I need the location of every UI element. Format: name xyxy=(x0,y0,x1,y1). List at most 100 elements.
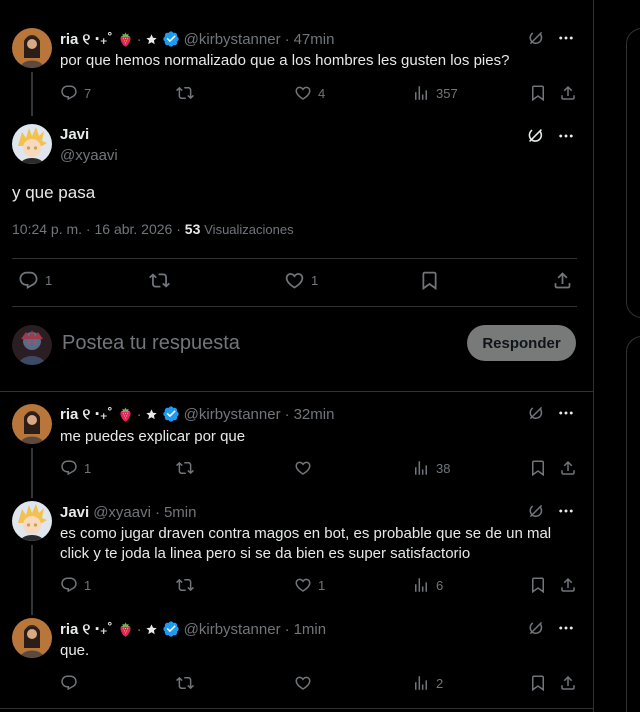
heart-icon xyxy=(294,459,312,477)
repost-button[interactable] xyxy=(176,674,200,692)
reply-icon xyxy=(18,270,39,291)
avatar[interactable] xyxy=(12,404,52,444)
star-icon xyxy=(145,623,158,636)
display-name[interactable]: Javi xyxy=(60,504,89,521)
avatar[interactable] xyxy=(12,618,52,658)
post-header: Javi @xyaavi · 5min xyxy=(60,502,196,522)
like-button[interactable] xyxy=(294,459,318,477)
more-icon[interactable] xyxy=(557,29,575,47)
like-count: 1 xyxy=(311,273,319,288)
separator-dot: · xyxy=(284,30,290,48)
bookmark-button[interactable] xyxy=(529,674,547,692)
share-icon xyxy=(559,459,577,477)
post-time[interactable]: 47min xyxy=(294,31,335,48)
bookmark-button[interactable] xyxy=(529,576,547,594)
strawberry-emoji-icon xyxy=(117,406,134,423)
more-icon[interactable] xyxy=(557,127,575,145)
share-icon xyxy=(552,270,573,291)
reply-button[interactable]: 1 xyxy=(60,459,91,477)
post-timestamp[interactable]: 10:24 p. m. · 16 abr. 2026 · xyxy=(12,221,181,237)
share-button[interactable] xyxy=(559,459,577,477)
repost-button[interactable] xyxy=(176,459,200,477)
focused-display-name[interactable]: Javi xyxy=(60,126,89,143)
display-name[interactable]: ria ୧ ‧₊˚ xyxy=(60,30,113,48)
post-time[interactable]: 32min xyxy=(294,406,335,423)
reply-button[interactable]: 7 xyxy=(60,84,91,102)
share-button[interactable] xyxy=(559,84,577,102)
grok-icon[interactable] xyxy=(527,502,545,520)
more-icon[interactable] xyxy=(557,619,575,637)
repost-icon xyxy=(149,270,170,291)
bookmark-button[interactable] xyxy=(419,270,440,291)
share-button[interactable] xyxy=(559,674,577,692)
focused-avatar[interactable] xyxy=(12,124,52,164)
bookmark-icon xyxy=(419,270,440,291)
thread-line xyxy=(31,545,33,615)
bookmark-icon xyxy=(529,674,547,692)
more-icon[interactable] xyxy=(557,502,575,520)
reply-post[interactable]: ria ୧ ‧₊˚ · @kirbystanner · 32min me pue… xyxy=(0,392,593,498)
views-button[interactable]: 38 xyxy=(412,459,450,477)
views-button[interactable]: 357 xyxy=(412,84,458,102)
reply-button[interactable]: 1 xyxy=(18,270,52,291)
verified-badge-icon xyxy=(162,30,180,48)
handle[interactable]: @kirbystanner xyxy=(184,621,281,638)
more-icon[interactable] xyxy=(557,404,575,422)
bookmark-button[interactable] xyxy=(529,84,547,102)
post-top-icons xyxy=(527,29,575,47)
views-button[interactable]: 6 xyxy=(412,576,443,594)
heart-icon xyxy=(294,576,312,594)
handle[interactable]: @kirbystanner xyxy=(184,406,281,423)
repost-button[interactable] xyxy=(149,270,176,291)
separator-dot: · xyxy=(284,405,290,423)
verified-badge-icon xyxy=(162,620,180,638)
share-button[interactable] xyxy=(559,576,577,594)
display-name[interactable]: ria ୧ ‧₊˚ xyxy=(60,405,113,423)
post-top-icons xyxy=(527,502,575,520)
grok-icon[interactable] xyxy=(527,404,545,422)
views-button[interactable]: 2 xyxy=(412,674,443,692)
views-icon xyxy=(412,459,430,477)
like-count: 4 xyxy=(318,85,326,101)
bookmark-button[interactable] xyxy=(529,459,547,477)
reply-submit-button[interactable]: Responder xyxy=(467,325,576,361)
avatar[interactable] xyxy=(12,28,52,68)
display-name[interactable]: ria ୧ ‧₊˚ xyxy=(60,620,113,638)
reply-post[interactable]: Javi @xyaavi · 5min es como jugar draven… xyxy=(0,492,593,615)
bookmark-icon xyxy=(529,576,547,594)
focused-handle[interactable]: @xyaavi xyxy=(60,147,118,164)
like-button[interactable]: 1 xyxy=(294,576,325,594)
like-button[interactable] xyxy=(294,674,318,692)
repost-button[interactable] xyxy=(176,576,200,594)
like-count: 1 xyxy=(318,577,326,593)
views-icon xyxy=(412,576,430,594)
like-button[interactable]: 1 xyxy=(284,270,318,291)
share-icon xyxy=(559,576,577,594)
post-time[interactable]: 5min xyxy=(164,504,197,521)
repost-icon xyxy=(176,84,194,102)
handle[interactable]: @xyaavi xyxy=(93,504,151,521)
like-button[interactable]: 4 xyxy=(294,84,325,102)
reply-button[interactable]: 1 xyxy=(60,576,91,594)
separator-dot: · xyxy=(136,620,142,638)
avatar[interactable] xyxy=(12,501,52,541)
sidebar-card xyxy=(626,28,640,318)
divider xyxy=(0,708,593,709)
parent-post[interactable]: ria ୧ ‧₊˚ · @kirbystanner · 47min por qu… xyxy=(0,0,593,116)
post-header: ria ୧ ‧₊˚ · @kirbystanner · 32min xyxy=(60,404,334,424)
repost-button[interactable] xyxy=(176,84,200,102)
focused-post-meta: 10:24 p. m. · 16 abr. 2026 · 53 Visualiz… xyxy=(12,221,294,237)
grok-icon[interactable] xyxy=(526,126,545,145)
handle[interactable]: @kirbystanner xyxy=(184,31,281,48)
reply-post[interactable]: ria ୧ ‧₊˚ · @kirbystanner · 1min que. 2 xyxy=(0,608,593,708)
grok-icon[interactable] xyxy=(527,29,545,47)
own-avatar[interactable] xyxy=(12,325,52,365)
bookmark-icon xyxy=(529,459,547,477)
reply-composer: Postea tu respuesta Responder xyxy=(0,308,593,392)
post-time[interactable]: 1min xyxy=(294,621,327,638)
reply-input[interactable]: Postea tu respuesta xyxy=(62,332,240,355)
share-button[interactable] xyxy=(552,270,573,291)
grok-icon[interactable] xyxy=(527,619,545,637)
heart-icon xyxy=(284,270,305,291)
reply-button[interactable] xyxy=(60,674,84,692)
